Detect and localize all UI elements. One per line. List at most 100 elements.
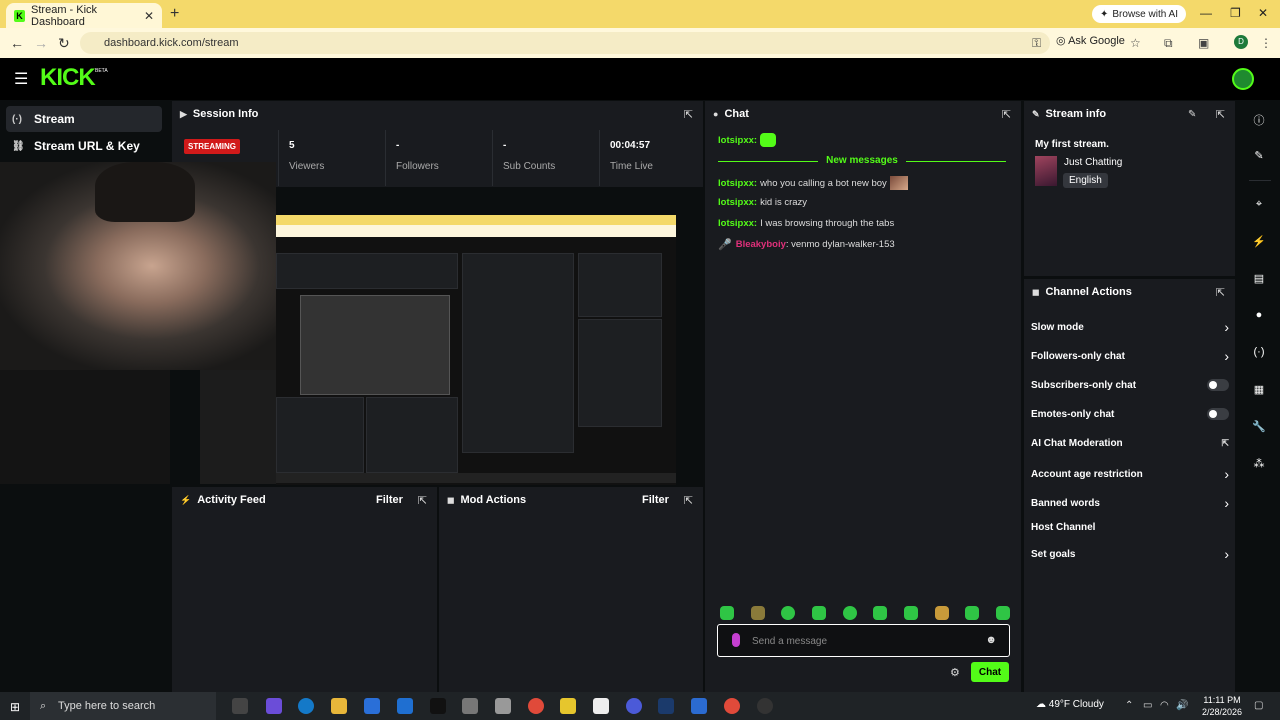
edit-icon[interactable]: ✎	[1188, 109, 1196, 120]
sidebar-item-stream-url-key[interactable]: ⛓ Stream URL & Key	[6, 133, 162, 159]
expand-icon[interactable]: ⇱	[1002, 108, 1011, 121]
emote-icon[interactable]	[750, 606, 765, 620]
expand-icon[interactable]: ⇱	[1216, 286, 1225, 299]
extensions-icon[interactable]: ⧉	[1164, 36, 1173, 51]
minimize-icon[interactable]: —	[1200, 6, 1212, 20]
action-slow-mode[interactable]: Slow mode ›	[1031, 319, 1229, 335]
expand-icon[interactable]: ⇱	[684, 108, 693, 121]
close-window-icon[interactable]: ✕	[1258, 6, 1268, 20]
notepad-icon[interactable]	[593, 698, 609, 714]
emote-icon[interactable]	[842, 606, 857, 620]
app-icon[interactable]	[691, 698, 707, 714]
obs-icon[interactable]	[757, 698, 773, 714]
emote-icon[interactable]	[934, 606, 949, 620]
url-field[interactable]: dashboard.kick.com/stream	[80, 32, 1050, 54]
epic-games-icon[interactable]	[430, 698, 446, 714]
user-avatar[interactable]	[1232, 68, 1254, 90]
chat-message-input[interactable]	[752, 633, 972, 649]
wrench-icon[interactable]: 🔧	[1241, 420, 1277, 433]
gear-icon[interactable]: ⚙	[950, 666, 960, 679]
ask-google-button[interactable]: ◎ Ask Google	[1056, 34, 1125, 47]
browser-tab[interactable]: K Stream - Kick Dashboard ✕	[6, 3, 162, 28]
action-banned-words[interactable]: Banned words ›	[1031, 495, 1229, 511]
chat-message: lotsipxx: who you calling a bot new boy	[718, 176, 908, 190]
close-tab-icon[interactable]: ✕	[144, 9, 154, 23]
sidepanel-icon[interactable]: ▣	[1198, 36, 1209, 50]
emote-icon[interactable]	[781, 606, 796, 620]
mail-icon[interactable]	[397, 698, 413, 714]
network-icon[interactable]: ▭	[1143, 700, 1152, 711]
app-icon[interactable]	[495, 698, 511, 714]
back-icon[interactable]: ←	[10, 35, 24, 51]
edge-icon[interactable]	[298, 698, 314, 714]
volume-icon[interactable]: 🔊	[1176, 700, 1188, 711]
subscribers-only-toggle[interactable]	[1207, 379, 1229, 391]
store-icon[interactable]	[364, 698, 380, 714]
info-icon[interactable]: ⓘ	[1241, 112, 1277, 128]
chat-username[interactable]: Bleakyboiy	[736, 239, 786, 250]
bookmark-star-icon[interactable]: ☆	[1130, 36, 1141, 50]
menu-dots-icon[interactable]: ⋮	[1260, 36, 1272, 50]
chat-bubble-icon[interactable]: ●	[1241, 309, 1277, 321]
windows-start-icon[interactable]: ⊞	[10, 700, 20, 714]
chrome-icon[interactable]	[724, 698, 740, 714]
focus-icon[interactable]: ⌖	[1241, 198, 1277, 211]
bolt-icon[interactable]: ⚡	[1241, 235, 1277, 248]
sidebar-item-stream[interactable]: (·) Stream	[6, 106, 162, 132]
taskbar-search[interactable]: ⌕ Type here to search	[30, 692, 216, 720]
task-view-icon[interactable]	[232, 698, 248, 714]
maximize-icon[interactable]: ❐	[1230, 6, 1241, 20]
emoji-icon[interactable]: ☻	[985, 634, 997, 646]
emotes-only-toggle[interactable]	[1207, 408, 1229, 420]
emote-icon[interactable]	[903, 606, 918, 620]
m365-icon[interactable]	[462, 698, 478, 714]
emote-icon[interactable]	[965, 606, 980, 620]
activity-filter-button[interactable]: Filter	[376, 494, 403, 506]
notification-icon[interactable]: ▢	[1254, 700, 1263, 711]
expand-icon[interactable]: ⇱	[418, 494, 427, 507]
wifi-icon[interactable]: ◠	[1160, 700, 1169, 711]
emote-icon[interactable]	[720, 606, 734, 620]
nodes-icon[interactable]: ⁂	[1241, 457, 1277, 470]
chat-username[interactable]: lotsipxx:	[718, 178, 757, 189]
new-messages-divider[interactable]: New messages	[710, 155, 1014, 166]
pencil-icon[interactable]: ✎	[1241, 149, 1277, 162]
chat-username[interactable]: lotsipxx:	[718, 135, 757, 146]
mod-filter-button[interactable]: Filter	[642, 494, 669, 506]
layout-icon[interactable]: ▦	[1241, 383, 1277, 396]
action-ai-chat-moderation[interactable]: AI Chat Moderation ⇱	[1031, 438, 1229, 449]
emote-icon[interactable]	[873, 606, 888, 620]
discord-icon[interactable]	[626, 698, 642, 714]
send-chat-button[interactable]: Chat	[971, 662, 1009, 682]
browse-with-ai-button[interactable]: ✦ Browse with AI	[1092, 5, 1186, 23]
chevron-right-icon: ›	[1224, 546, 1229, 562]
chrome-icon[interactable]	[528, 698, 544, 714]
new-tab-button[interactable]: +	[170, 5, 179, 23]
expand-icon[interactable]: ⇱	[684, 494, 693, 507]
copilot-icon[interactable]	[266, 698, 282, 714]
microphone-icon[interactable]	[732, 633, 740, 647]
steam-icon[interactable]	[658, 698, 674, 714]
reload-icon[interactable]: ↻	[58, 35, 70, 52]
hamburger-menu-icon[interactable]: ☰	[14, 69, 28, 89]
chat-username[interactable]: lotsipxx:	[718, 218, 757, 229]
expand-icon[interactable]: ⇱	[1216, 108, 1225, 121]
document-icon[interactable]: ▤	[1241, 272, 1277, 285]
action-set-goals[interactable]: Set goals ›	[1031, 546, 1229, 562]
emote-icon[interactable]	[811, 606, 826, 620]
kick-logo[interactable]: KICK	[40, 64, 96, 92]
chat-username[interactable]: lotsipxx:	[718, 197, 757, 208]
taskbar-clock[interactable]: 11:11 PM 2/28/2026	[1202, 694, 1242, 718]
action-host-channel[interactable]: Host Channel	[1031, 522, 1229, 533]
file-explorer-icon[interactable]	[331, 698, 347, 714]
broadcast-icon[interactable]: (·)	[1241, 346, 1277, 358]
forward-icon[interactable]: →	[34, 35, 48, 51]
weather-widget[interactable]: ☁ 49°F Cloudy	[1036, 699, 1104, 710]
app-icon[interactable]	[560, 698, 576, 714]
action-account-age[interactable]: Account age restriction ›	[1031, 466, 1229, 482]
emote-icon[interactable]	[995, 606, 1010, 620]
browser-profile-avatar[interactable]: D	[1234, 35, 1248, 49]
action-followers-only[interactable]: Followers-only chat ›	[1031, 348, 1229, 364]
chevron-up-icon[interactable]: ⌃	[1125, 700, 1133, 711]
key-icon[interactable]: ⚿	[1032, 36, 1041, 51]
